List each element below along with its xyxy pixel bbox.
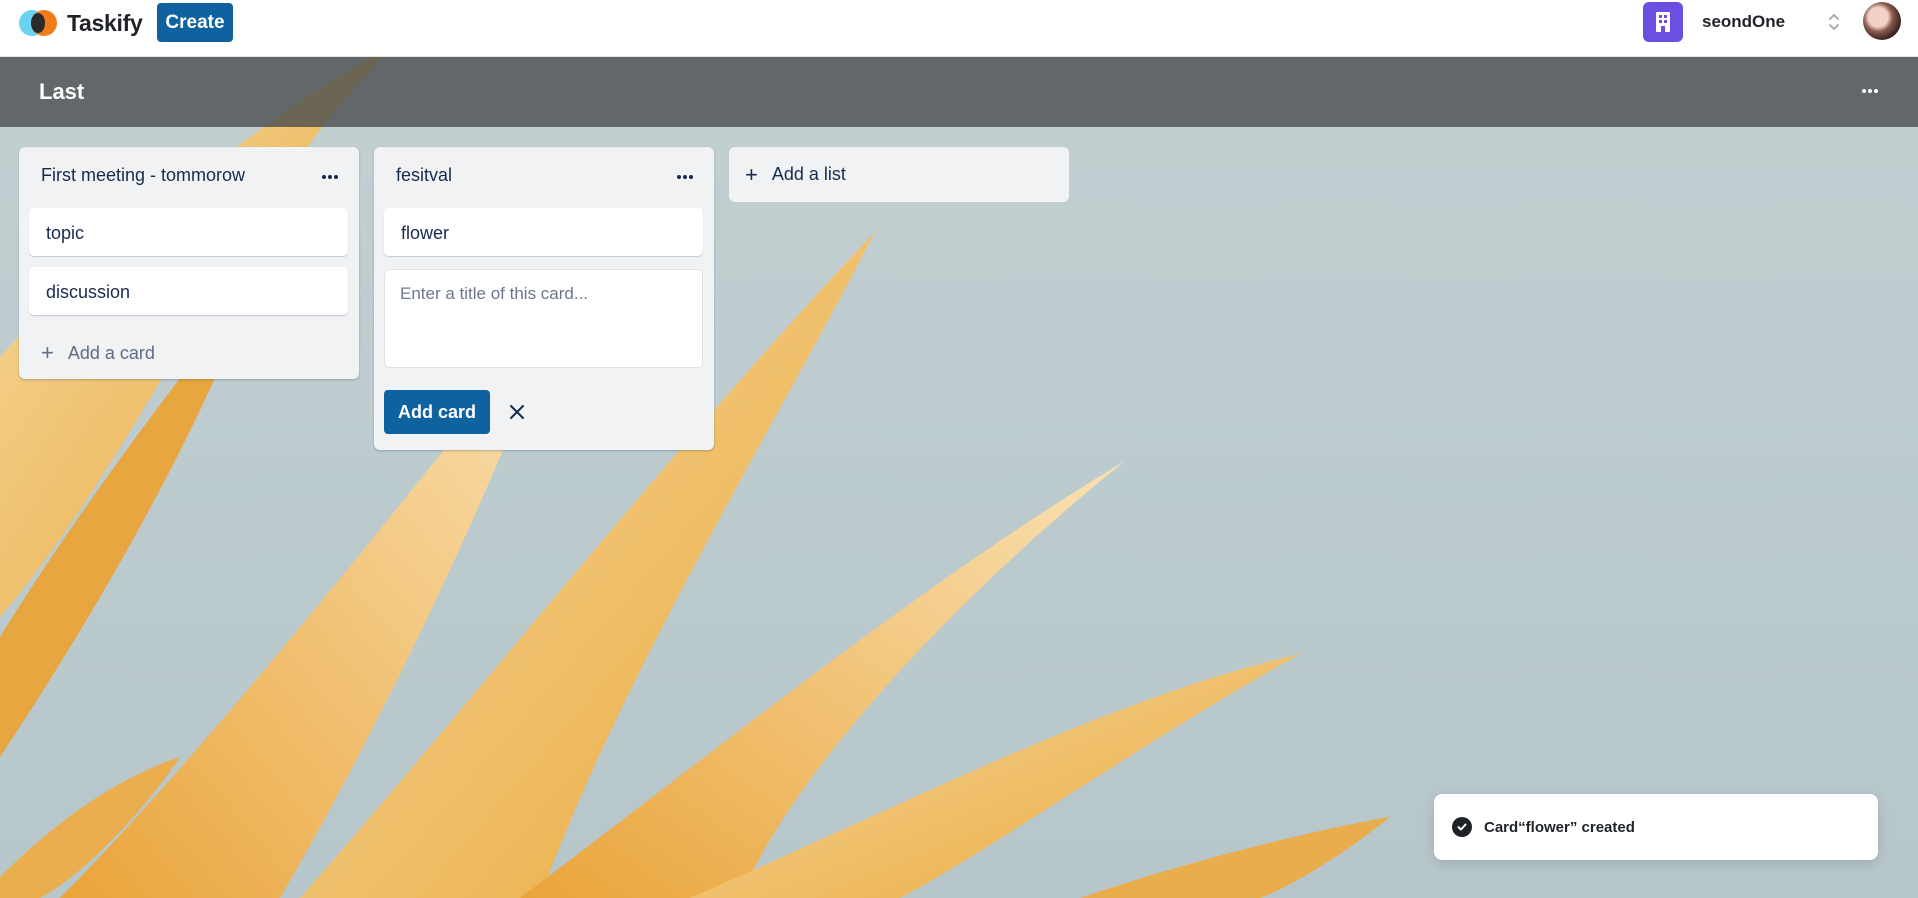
more-horizontal-icon <box>677 175 693 179</box>
board-header: Last <box>0 57 1918 127</box>
add-list-button[interactable]: + Add a list <box>729 147 1069 202</box>
chevron-updown-icon <box>1822 10 1846 34</box>
check-circle-icon <box>1452 817 1472 837</box>
add-list-label: Add a list <box>771 164 846 184</box>
organization-name: seondOne <box>1702 12 1786 31</box>
list-first-meeting: First meeting - tommorow topic discussio… <box>19 147 359 379</box>
board-options-button[interactable] <box>1856 79 1884 103</box>
list-title[interactable]: fesitval <box>396 165 452 186</box>
brand-name: Taskify <box>67 9 143 36</box>
add-card-label: Add a card <box>67 342 155 363</box>
top-navbar: Taskify Create seondOne <box>0 0 1918 57</box>
add-card-submit-button[interactable]: Add card <box>384 390 490 434</box>
more-horizontal-icon <box>322 175 338 179</box>
board-title[interactable]: Last <box>39 79 84 105</box>
list-options-button[interactable] <box>674 167 696 187</box>
card-item[interactable]: discussion <box>29 267 348 315</box>
add-card-button[interactable]: + Add a card <box>41 342 155 364</box>
toast-notification: Card“flower” created <box>1434 794 1878 860</box>
card-item[interactable]: flower <box>384 208 703 256</box>
create-button[interactable]: Create <box>157 3 233 42</box>
plus-icon: + <box>41 340 54 365</box>
card-item[interactable]: topic <box>29 208 348 256</box>
user-avatar[interactable] <box>1863 2 1901 40</box>
new-card-title-input[interactable] <box>384 269 703 368</box>
organization-switcher[interactable]: seondOne <box>1643 2 1846 42</box>
plus-icon: + <box>745 161 758 187</box>
list-title[interactable]: First meeting - tommorow <box>41 165 245 186</box>
logo-icon <box>19 10 57 36</box>
building-icon <box>1643 2 1683 42</box>
brand-logo[interactable]: Taskify <box>19 8 143 38</box>
list-options-button[interactable] <box>319 167 341 187</box>
close-icon[interactable] <box>506 401 528 423</box>
list-festival: fesitval flower Add card <box>374 147 714 450</box>
toast-message: Card“flower” created <box>1484 818 1635 836</box>
more-horizontal-icon <box>1862 89 1878 93</box>
